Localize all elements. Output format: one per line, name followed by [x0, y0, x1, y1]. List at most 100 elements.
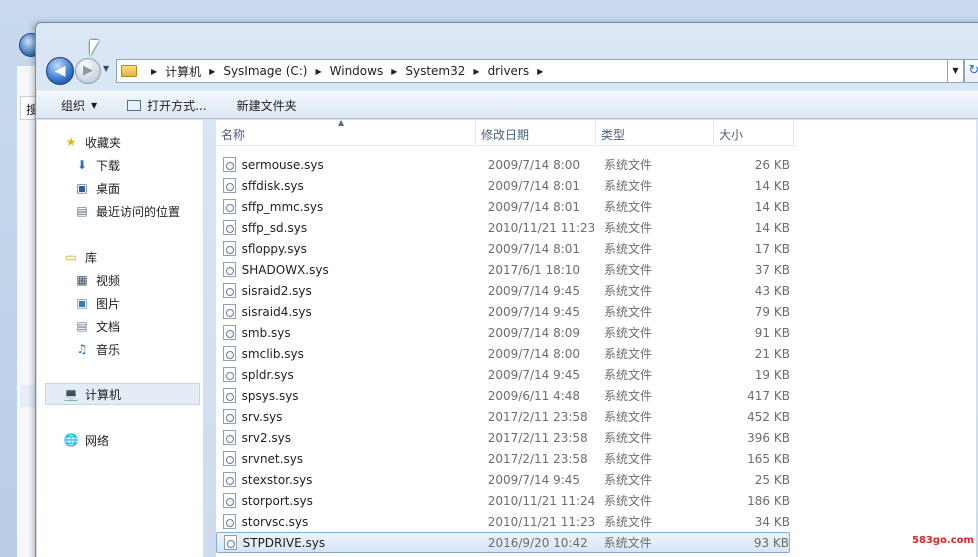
system-file-icon	[223, 367, 236, 382]
nav-item-favorites[interactable]: ★ 收藏夹	[63, 131, 121, 153]
file-name: sffdisk.sys	[241, 178, 304, 193]
chevron-right-icon[interactable]: ▶	[209, 67, 215, 76]
nav-label: 视频	[96, 273, 121, 288]
recent-pages-dropdown-icon[interactable]: ▼	[103, 64, 109, 73]
system-file-icon	[223, 346, 236, 361]
file-date: 2017/2/11 23:58	[487, 430, 588, 445]
file-date: 2009/7/14 9:45	[487, 283, 581, 298]
file-name: spsys.sys	[241, 388, 299, 403]
file-date: 2009/7/14 8:01	[487, 241, 581, 256]
file-type: 系统文件	[603, 284, 652, 298]
file-name: storvsc.sys	[241, 514, 309, 529]
file-size: 452 KB	[747, 409, 790, 424]
open-with-button[interactable]: 打开方式...	[127, 97, 207, 114]
table-row[interactable]: sisraid2.sys 2009/7/14 9:45 系统文件 43 KB	[216, 280, 790, 301]
file-type: 系统文件	[603, 473, 652, 487]
breadcrumb-item[interactable]: drivers	[488, 64, 530, 78]
table-row[interactable]: SHADOWX.sys 2017/6/1 18:10 系统文件 37 KB	[216, 259, 790, 280]
organize-button[interactable]: 组织 ▼	[61, 97, 97, 114]
open-with-label: 打开方式...	[147, 98, 207, 113]
table-row[interactable]: storvsc.sys 2010/11/21 11:23 系统文件 34 KB	[216, 511, 790, 532]
address-bar[interactable]: ▶ 计算机 ▶ SysImage (C:) ▶ Windows ▶ System32 ▶ dri…	[116, 59, 948, 83]
table-row[interactable]: sffp_mmc.sys 2009/7/14 8:01 系统文件 14 KB	[216, 196, 790, 217]
system-file-icon	[223, 493, 236, 508]
file-date: 2009/7/14 8:00	[487, 157, 581, 172]
system-file-icon	[223, 304, 236, 319]
file-size: 14 KB	[754, 178, 790, 193]
table-row[interactable]: smclib.sys 2009/7/14 8:00 系统文件 21 KB	[216, 343, 790, 364]
nav-item-documents[interactable]: ▤ 文档	[74, 315, 120, 337]
breadcrumb-item[interactable]: 计算机	[165, 63, 201, 80]
file-name: srv2.sys	[241, 430, 291, 445]
breadcrumb-item[interactable]: SysImage (C:)	[223, 64, 307, 78]
refresh-icon[interactable]: ↻	[964, 59, 978, 83]
nav-item-network[interactable]: 🌐 网络	[63, 429, 110, 451]
file-date: 2009/7/14 9:45	[487, 367, 581, 382]
recent-places-icon: ▤	[76, 204, 88, 218]
file-name: spldr.sys	[241, 367, 294, 382]
table-row[interactable]: sfloppy.sys 2009/7/14 8:01 系统文件 17 KB	[216, 238, 790, 259]
nav-label: 库	[85, 250, 98, 265]
table-row[interactable]: sffp_sd.sys 2010/11/21 11:23 系统文件 14 KB	[216, 217, 790, 238]
forward-arrow-icon: ▶	[83, 63, 93, 78]
file-size: 34 KB	[754, 514, 790, 529]
table-row[interactable]: STPDRIVE.sys 2016/9/20 10:42 系统文件 93 KB	[216, 532, 790, 553]
file-size: 17 KB	[754, 241, 790, 256]
nav-label: 计算机	[85, 387, 122, 402]
chevron-right-icon[interactable]: ▶	[391, 67, 397, 76]
table-row[interactable]: smb.sys 2009/7/14 8:09 系统文件 91 KB	[216, 322, 790, 343]
table-row[interactable]: spldr.sys 2009/7/14 9:45 系统文件 19 KB	[216, 364, 790, 385]
forward-button[interactable]: ▶	[75, 58, 101, 84]
nav-item-recent[interactable]: ▤ 最近访问的位置	[74, 200, 180, 222]
chevron-right-icon[interactable]: ▶	[537, 67, 543, 76]
nav-label: 最近访问的位置	[96, 204, 181, 219]
nav-item-pictures[interactable]: ▣ 图片	[74, 292, 120, 314]
table-row[interactable]: spsys.sys 2009/6/11 4:48 系统文件 417 KB	[216, 385, 790, 406]
file-size: 186 KB	[747, 493, 790, 508]
file-name: sisraid4.sys	[241, 304, 312, 319]
download-icon: ⬇	[76, 158, 88, 172]
organize-label: 组织	[61, 98, 86, 113]
table-row[interactable]: srv2.sys 2017/2/11 23:58 系统文件 396 KB	[216, 427, 790, 448]
file-date: 2010/11/21 11:23	[487, 514, 596, 529]
back-button[interactable]: ◀	[46, 57, 74, 85]
chevron-right-icon[interactable]: ▶	[151, 67, 157, 76]
file-date: 2009/7/14 8:00	[487, 346, 581, 361]
chevron-down-icon: ▼	[91, 100, 98, 110]
star-icon: ★	[65, 135, 77, 149]
file-date: 2016/9/20 10:42	[487, 535, 588, 550]
file-type: 系统文件	[603, 536, 652, 550]
file-size: 26 KB	[754, 157, 790, 172]
table-row[interactable]: srvnet.sys 2017/2/11 23:58 系统文件 165 KB	[216, 448, 790, 469]
table-row[interactable]: stexstor.sys 2009/7/14 9:45 系统文件 25 KB	[216, 469, 790, 490]
new-folder-button[interactable]: 新建文件夹	[237, 97, 297, 114]
file-type: 系统文件	[603, 494, 652, 508]
nav-label: 收藏夹	[85, 135, 122, 150]
breadcrumb-item[interactable]: Windows	[330, 64, 384, 78]
nav-item-videos[interactable]: ▦ 视频	[74, 269, 120, 291]
file-type: 系统文件	[603, 431, 652, 445]
nav-item-computer[interactable]: 💻 计算机	[45, 383, 200, 405]
system-file-icon	[223, 472, 236, 487]
table-row[interactable]: sisraid4.sys 2009/7/14 9:45 系统文件 79 KB	[216, 301, 790, 322]
nav-item-desktop[interactable]: ▣ 桌面	[74, 177, 120, 199]
file-date: 2009/7/14 9:45	[487, 304, 581, 319]
table-row[interactable]: storport.sys 2010/11/21 11:24 系统文件 186 KB	[216, 490, 790, 511]
back-arrow-icon: ◀	[54, 63, 66, 79]
nav-item-libraries[interactable]: ▭ 库	[63, 246, 97, 268]
breadcrumb-item[interactable]: System32	[405, 64, 465, 78]
video-icon: ▦	[76, 273, 88, 287]
table-row[interactable]: srv.sys 2017/2/11 23:58 系统文件 452 KB	[216, 406, 790, 427]
file-name: sffp_sd.sys	[241, 220, 308, 235]
nav-label: 图片	[96, 296, 121, 311]
file-date: 2009/6/11 4:48	[487, 388, 581, 403]
nav-item-music[interactable]: ♫ 音乐	[74, 338, 120, 360]
table-row[interactable]: sermouse.sys 2009/7/14 8:00 系统文件 26 KB	[216, 154, 790, 175]
chevron-right-icon[interactable]: ▶	[315, 67, 321, 76]
chevron-right-icon[interactable]: ▶	[473, 67, 479, 76]
nav-item-downloads[interactable]: ⬇ 下载	[74, 154, 120, 176]
file-date: 2017/6/1 18:10	[487, 262, 581, 277]
address-dropdown-icon[interactable]: ▼	[948, 59, 964, 83]
table-row[interactable]: sffdisk.sys 2009/7/14 8:01 系统文件 14 KB	[216, 175, 790, 196]
file-type: 系统文件	[603, 179, 652, 193]
